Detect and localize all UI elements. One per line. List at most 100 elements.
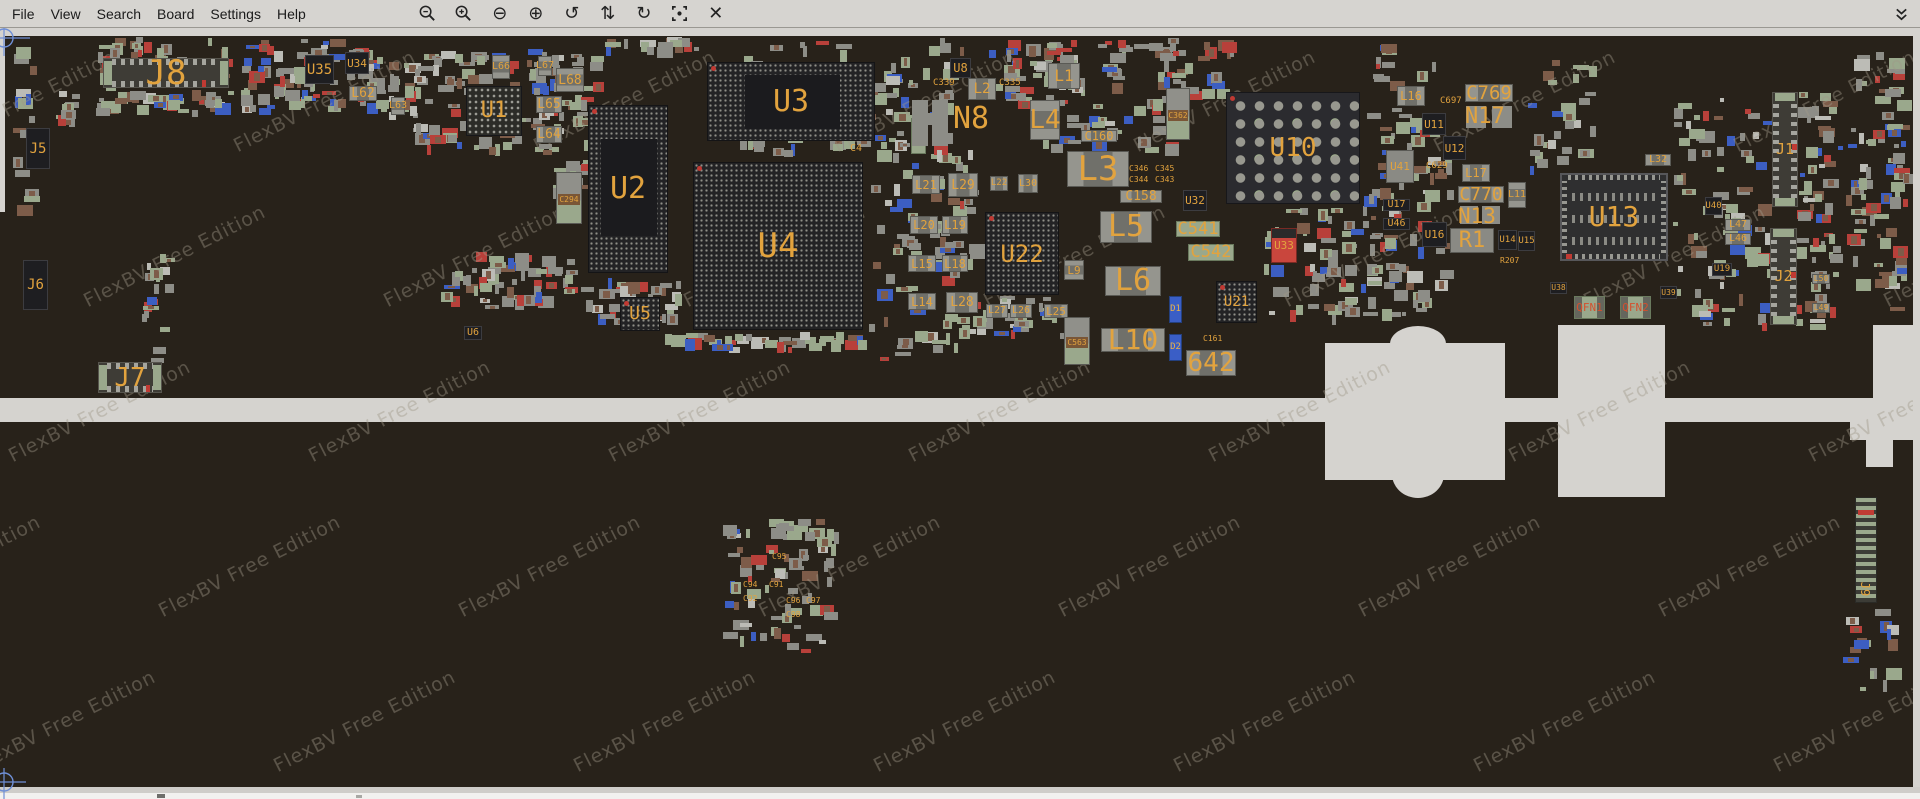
component-L20[interactable]: L20 (910, 216, 938, 234)
component-U4[interactable]: U4 (693, 162, 863, 330)
toolbar-flip-vertical-icon[interactable]: ⇅ (597, 3, 619, 25)
toolbar-zoom-in-icon[interactable] (453, 3, 475, 25)
component-L17[interactable]: L17 (1462, 164, 1490, 182)
component-U15[interactable]: U15 (1518, 231, 1535, 251)
component-U21[interactable]: U21 (1216, 281, 1257, 323)
component-L16[interactable]: L16 (1397, 86, 1425, 106)
toolbar-chevron-double-down-icon[interactable] (1890, 3, 1912, 25)
component-C294[interactable]: C294 (556, 172, 582, 224)
component-C158[interactable]: C158 (1120, 190, 1162, 203)
component-L21[interactable]: L21 (912, 175, 940, 194)
component-L63[interactable]: L63 (391, 97, 405, 115)
component-L11[interactable]: L11 (1508, 182, 1526, 208)
component-C769[interactable]: C769 (1465, 84, 1513, 102)
component-J9[interactable]: J9 (1855, 497, 1877, 603)
component-U10[interactable]: U10 (1226, 92, 1360, 204)
component-L47[interactable]: L47 (1725, 219, 1751, 231)
component-U5[interactable]: U5 (620, 297, 660, 331)
component-L19[interactable]: L19 (942, 216, 968, 234)
component-U22[interactable]: U22 (985, 212, 1059, 295)
component-U19[interactable]: U19 (1712, 263, 1732, 276)
menu-item-file[interactable]: File (4, 2, 43, 26)
component-L66[interactable]: L66 (492, 55, 510, 79)
component-U1[interactable]: U1 (466, 86, 522, 136)
component-U8[interactable]: U8 (950, 58, 971, 78)
component-L22[interactable]: L22 (990, 176, 1008, 191)
component-U33[interactable]: U33 (1271, 228, 1297, 263)
component-J5[interactable]: J5 (26, 128, 50, 169)
component-L5[interactable]: L5 (1100, 211, 1152, 243)
component-QFN1[interactable]: QFN1 (1574, 296, 1605, 319)
component-J1[interactable]: J1 (1772, 92, 1798, 207)
component-L68[interactable]: L68 (556, 68, 584, 92)
component-L46[interactable]: L46 (1725, 233, 1751, 245)
component-L30[interactable]: L30 (1018, 174, 1038, 193)
component-D1[interactable]: D1 (1169, 296, 1182, 323)
toolbar-zoom-out-icon[interactable] (417, 3, 439, 25)
component-L32[interactable]: L32 (1645, 154, 1671, 166)
toolbar-close-icon[interactable]: ✕ (705, 3, 727, 25)
component-L26[interactable]: L26 (1010, 304, 1032, 318)
component-L10[interactable]: L10 (1101, 328, 1165, 352)
component-U38[interactable]: U38 (1550, 282, 1567, 294)
toolbar-center-icon[interactable] (669, 3, 691, 25)
component-L2[interactable]: L2 (968, 78, 996, 100)
component-L64[interactable]: L64 (536, 126, 562, 143)
component-L18[interactable]: L18 (942, 255, 968, 272)
component-L1[interactable]: L1 (1048, 63, 1080, 89)
component-C563[interactable]: C563 (1064, 317, 1090, 365)
component-L62[interactable]: L62 (349, 86, 377, 101)
component-L28[interactable]: L28 (946, 292, 978, 313)
component-U6[interactable]: U6 (464, 326, 482, 340)
component-L65[interactable]: L65 (536, 96, 562, 113)
component-C160[interactable]: C160 (1081, 130, 1117, 142)
board-canvas[interactable]: FlexBV Free EditionFlexBV Free EditionFl… (0, 0, 1920, 799)
component-U40[interactable]: U40 (1705, 197, 1722, 215)
component-U3[interactable]: U3 (707, 62, 875, 141)
component-L4[interactable]: L4 (1030, 100, 1060, 140)
menu-item-help[interactable]: Help (269, 2, 314, 26)
component-U12[interactable]: U12 (1443, 136, 1466, 160)
component-U2[interactable]: U2 (588, 105, 668, 273)
component-U39[interactable]: U39 (1660, 286, 1677, 299)
component-U41[interactable]: U41 (1386, 150, 1414, 183)
menu-item-board[interactable]: Board (149, 2, 202, 26)
component-J7[interactable]: J7 (98, 362, 162, 393)
component-U46[interactable]: U46 (1383, 218, 1410, 230)
component-J6[interactable]: J6 (23, 260, 48, 310)
component-L6[interactable]: L6 (1105, 266, 1161, 296)
component-L50[interactable]: L50 (1812, 274, 1830, 284)
component-J8[interactable]: J8 (103, 58, 229, 88)
toolbar-minus-icon[interactable]: ⊖ (489, 3, 511, 25)
component-U16[interactable]: U16 (1422, 222, 1447, 247)
component-L49[interactable]: L49 (1812, 303, 1830, 313)
component-C770[interactable]: C770 (1458, 186, 1504, 203)
component-U32[interactable]: U32 (1183, 190, 1207, 211)
component-C541[interactable]: C541 (1176, 221, 1220, 237)
component-642[interactable]: 642 (1186, 350, 1236, 376)
component-U14[interactable]: U14 (1498, 230, 1517, 250)
component-L25[interactable]: L25 (1044, 304, 1068, 318)
component-U17[interactable]: U17 (1383, 199, 1410, 211)
toolbar-rotate-cw-icon[interactable]: ↻ (633, 3, 655, 25)
component-U35[interactable]: U35 (305, 55, 334, 84)
menu-item-search[interactable]: Search (89, 2, 149, 26)
component-U11[interactable]: U11 (1422, 113, 1446, 135)
component-L9[interactable]: L9 (1064, 260, 1084, 280)
component-L67[interactable]: L67 (538, 56, 552, 76)
component-J2[interactable]: J2 (1770, 228, 1797, 325)
toolbar-plus-icon[interactable]: ⊕ (525, 3, 547, 25)
component-QFN2[interactable]: QFN2 (1620, 296, 1651, 319)
component-L27[interactable]: L27 (986, 304, 1008, 318)
component-U34[interactable]: U34 (345, 52, 369, 74)
toolbar-rotate-ccw-icon[interactable]: ↺ (561, 3, 583, 25)
component-L3[interactable]: L3 (1067, 151, 1129, 187)
component-C542[interactable]: C542 (1188, 244, 1234, 261)
component-L15[interactable]: L15 (908, 255, 936, 272)
right-scrollbar[interactable] (1913, 27, 1920, 799)
menu-item-settings[interactable]: Settings (202, 2, 269, 26)
component-R1[interactable]: R1 (1450, 228, 1494, 253)
component-D2[interactable]: D2 (1169, 334, 1182, 361)
component-U13[interactable]: U13 (1560, 173, 1668, 261)
component-L14[interactable]: L14 (908, 293, 936, 310)
